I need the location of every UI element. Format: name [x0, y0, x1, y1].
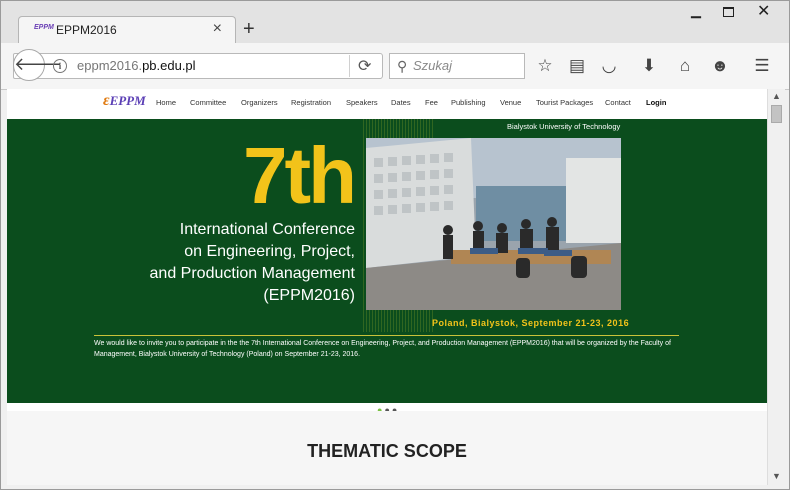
url-prefix: eppm2016.: [77, 58, 143, 73]
logo-text: EPPM: [109, 93, 146, 108]
nav-organizers[interactable]: Organizers: [241, 98, 278, 107]
home-icon[interactable]: ⌂: [675, 56, 695, 76]
nav-home[interactable]: Home: [156, 98, 176, 107]
edition-number: 7th: [243, 131, 357, 220]
hero-divider: [94, 335, 679, 336]
nav-registration[interactable]: Registration: [291, 98, 331, 107]
nav-venue[interactable]: Venue: [500, 98, 521, 107]
intro-text: We would like to invite you to participa…: [94, 340, 671, 358]
campus-photo-illustration: [366, 138, 621, 310]
page-viewport: ɛEPPM Home Committee Organizers Registra…: [7, 89, 767, 485]
nav-login[interactable]: Login: [646, 98, 666, 107]
nav-dates[interactable]: Dates: [391, 98, 411, 107]
section-heading: THEMATIC SCOPE: [307, 441, 467, 461]
date-location: Poland, Bialystok, September 21-23, 2016: [432, 318, 630, 328]
tab-strip: EPPM EPPM2016 × + ▁ ✕: [1, 1, 789, 43]
reload-icon[interactable]: ⟳: [358, 56, 371, 76]
scroll-thumb[interactable]: [771, 105, 782, 123]
conference-title-line-1: International Conference: [179, 221, 355, 238]
window-close-icon[interactable]: ✕: [757, 1, 770, 21]
hero-banner: Bialystok University of Technology 7th I…: [7, 119, 767, 403]
nav-fee[interactable]: Fee: [425, 98, 438, 107]
university-label: Bialystok University of Technology: [507, 122, 621, 131]
conference-title-line-2: on Engineering, Project,: [184, 243, 355, 260]
search-input[interactable]: [389, 53, 525, 79]
eppm-logo[interactable]: ɛEPPM: [103, 92, 146, 110]
download-icon[interactable]: ⬇: [639, 56, 659, 76]
tab-title: EPPM2016: [56, 23, 117, 37]
browser-window: EPPM EPPM2016 × + ▁ ✕ 🡐 i eppm2016.pb.ed…: [0, 0, 790, 490]
scroll-down-icon[interactable]: ▼: [772, 471, 781, 481]
close-tab-icon[interactable]: ×: [213, 20, 222, 38]
campus-photo: [366, 138, 621, 310]
url-separator: [349, 55, 350, 77]
nav-committee[interactable]: Committee: [190, 98, 226, 107]
page-scrollbar[interactable]: ▲ ▼: [767, 89, 785, 485]
nav-publishing[interactable]: Publishing: [451, 98, 486, 107]
search-placeholder: Szukaj: [413, 58, 453, 73]
nav-contact[interactable]: Contact: [605, 98, 631, 107]
address-bar[interactable]: [13, 53, 383, 79]
reading-list-icon[interactable]: ▤: [567, 56, 587, 76]
search-icon: ⚲: [397, 58, 408, 74]
nav-speakers[interactable]: Speakers: [346, 98, 378, 107]
info-icon[interactable]: i: [53, 59, 67, 73]
minimize-icon[interactable]: ▁: [691, 3, 701, 19]
new-tab-icon[interactable]: +: [243, 19, 255, 39]
menu-icon[interactable]: ☰: [752, 56, 772, 76]
url-field[interactable]: eppm2016.pb.edu.pl: [77, 58, 196, 73]
site-navbar: ɛEPPM Home Committee Organizers Registra…: [7, 89, 767, 119]
url-domain: pb.edu.pl: [142, 58, 196, 73]
maximize-icon[interactable]: [723, 7, 734, 17]
pocket-icon[interactable]: ◡: [599, 56, 619, 76]
nav-tourist-packages[interactable]: Tourist Packages: [536, 98, 593, 107]
favicon-icon: EPPM: [34, 24, 54, 31]
tab-eppm2016[interactable]: EPPM EPPM2016 ×: [18, 16, 236, 43]
scroll-up-icon[interactable]: ▲: [772, 91, 781, 101]
conference-title-line-4: (EPPM2016): [263, 287, 355, 304]
navigation-toolbar: 🡐 i eppm2016.pb.edu.pl ⟳ ⚲ Szukaj ☆ ▤ ◡ …: [1, 43, 789, 90]
back-icon[interactable]: 🡐: [13, 49, 62, 81]
smiley-icon[interactable]: ☻: [710, 56, 730, 76]
conference-title-line-3: and Production Management: [149, 265, 355, 282]
bookmark-star-icon[interactable]: ☆: [535, 56, 555, 76]
